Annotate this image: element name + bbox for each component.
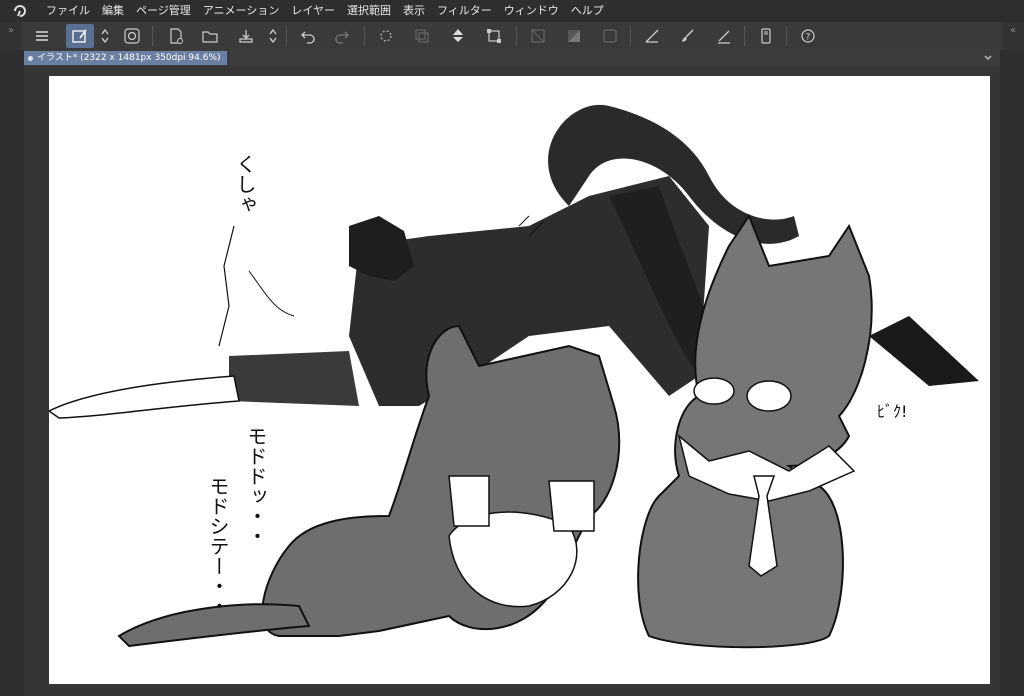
brush-icon[interactable] [676,24,700,48]
tab-status-dot [28,55,33,61]
sfx-kusha: くしゃ [233,154,257,214]
menu-bar: ファイル 編集 ページ管理 アニメーション レイヤー 選択範囲 表示 フィルター ウィンドウ ヘル… [0,0,1024,22]
sfx-biku: ﾋﾞｸ! [877,402,908,421]
toolbar-divider [744,26,745,46]
copy-layer-icon[interactable] [410,24,434,48]
menu-item[interactable]: レイヤー [285,0,341,22]
menu-item[interactable]: 選択範囲 [341,0,397,22]
toolbar-divider [630,26,631,46]
svg-text:?: ? [806,33,811,43]
menu-item[interactable]: フィルター [431,0,498,22]
menu-item[interactable]: ウィンドウ [498,0,565,22]
toolbar-divider [786,26,787,46]
chevron-down-icon[interactable] [980,50,996,66]
toolbar-divider [364,26,365,46]
toolbar-divider [286,26,287,46]
menu-item[interactable]: ヘルプ [565,0,610,22]
sfx-modoshite: モドシテー・・ [206,476,230,616]
line-tool-icon[interactable] [640,24,664,48]
canvas-area[interactable]: くしゃ モドドッ・・ モドシテー・・ ﾋﾞｸ! [24,66,1000,696]
tablet-icon[interactable] [754,24,778,48]
undo-icon[interactable] [296,24,320,48]
sfx-modo: モドドッ・・ [244,426,268,546]
canvas-edit-icon[interactable] [66,24,94,48]
toolbar-divider [152,26,153,46]
scroll-arrows-icon[interactable] [98,24,112,48]
menu-item[interactable]: アニメーション [197,0,286,22]
clip-studio-logo-icon[interactable] [0,0,40,22]
gradient-icon[interactable] [562,24,586,48]
open-folder-icon[interactable] [198,24,222,48]
right-panel-rail [1000,50,1024,696]
menu-item[interactable]: 編集 [96,0,130,22]
menu-item[interactable]: 表示 [397,0,431,22]
main-toolbar: » « ? [0,22,1024,72]
document-tab[interactable]: イラスト* (2322 x 1481px 350dpi 94.6%) [24,51,227,65]
left-panel-rail [0,50,24,696]
transform-icon[interactable] [482,24,506,48]
save-icon[interactable] [234,24,258,48]
fill-icon[interactable] [446,24,470,48]
document-tab-label: イラスト* (2322 x 1481px 350dpi 94.6%) [37,53,221,63]
redo-icon[interactable] [330,24,354,48]
save-arrows-icon[interactable] [266,24,280,48]
illustration [49,104,979,649]
pen-icon[interactable] [712,24,736,48]
deselect-icon[interactable] [526,24,550,48]
loading-icon[interactable] [374,24,398,48]
help-icon[interactable]: ? [796,24,820,48]
invert-icon[interactable] [598,24,622,48]
menu-item[interactable]: ファイル [40,0,96,22]
menu-item[interactable]: ページ管理 [130,0,197,22]
canvas-paper[interactable]: くしゃ モドドッ・・ モドシテー・・ ﾋﾞｸ! [49,76,990,684]
menu-icon[interactable] [30,24,54,48]
new-file-icon[interactable] [164,24,188,48]
document-tab-bar: イラスト* (2322 x 1481px 350dpi 94.6%) [24,50,1000,66]
toolbar-divider [516,26,517,46]
spiral-icon[interactable] [120,24,144,48]
